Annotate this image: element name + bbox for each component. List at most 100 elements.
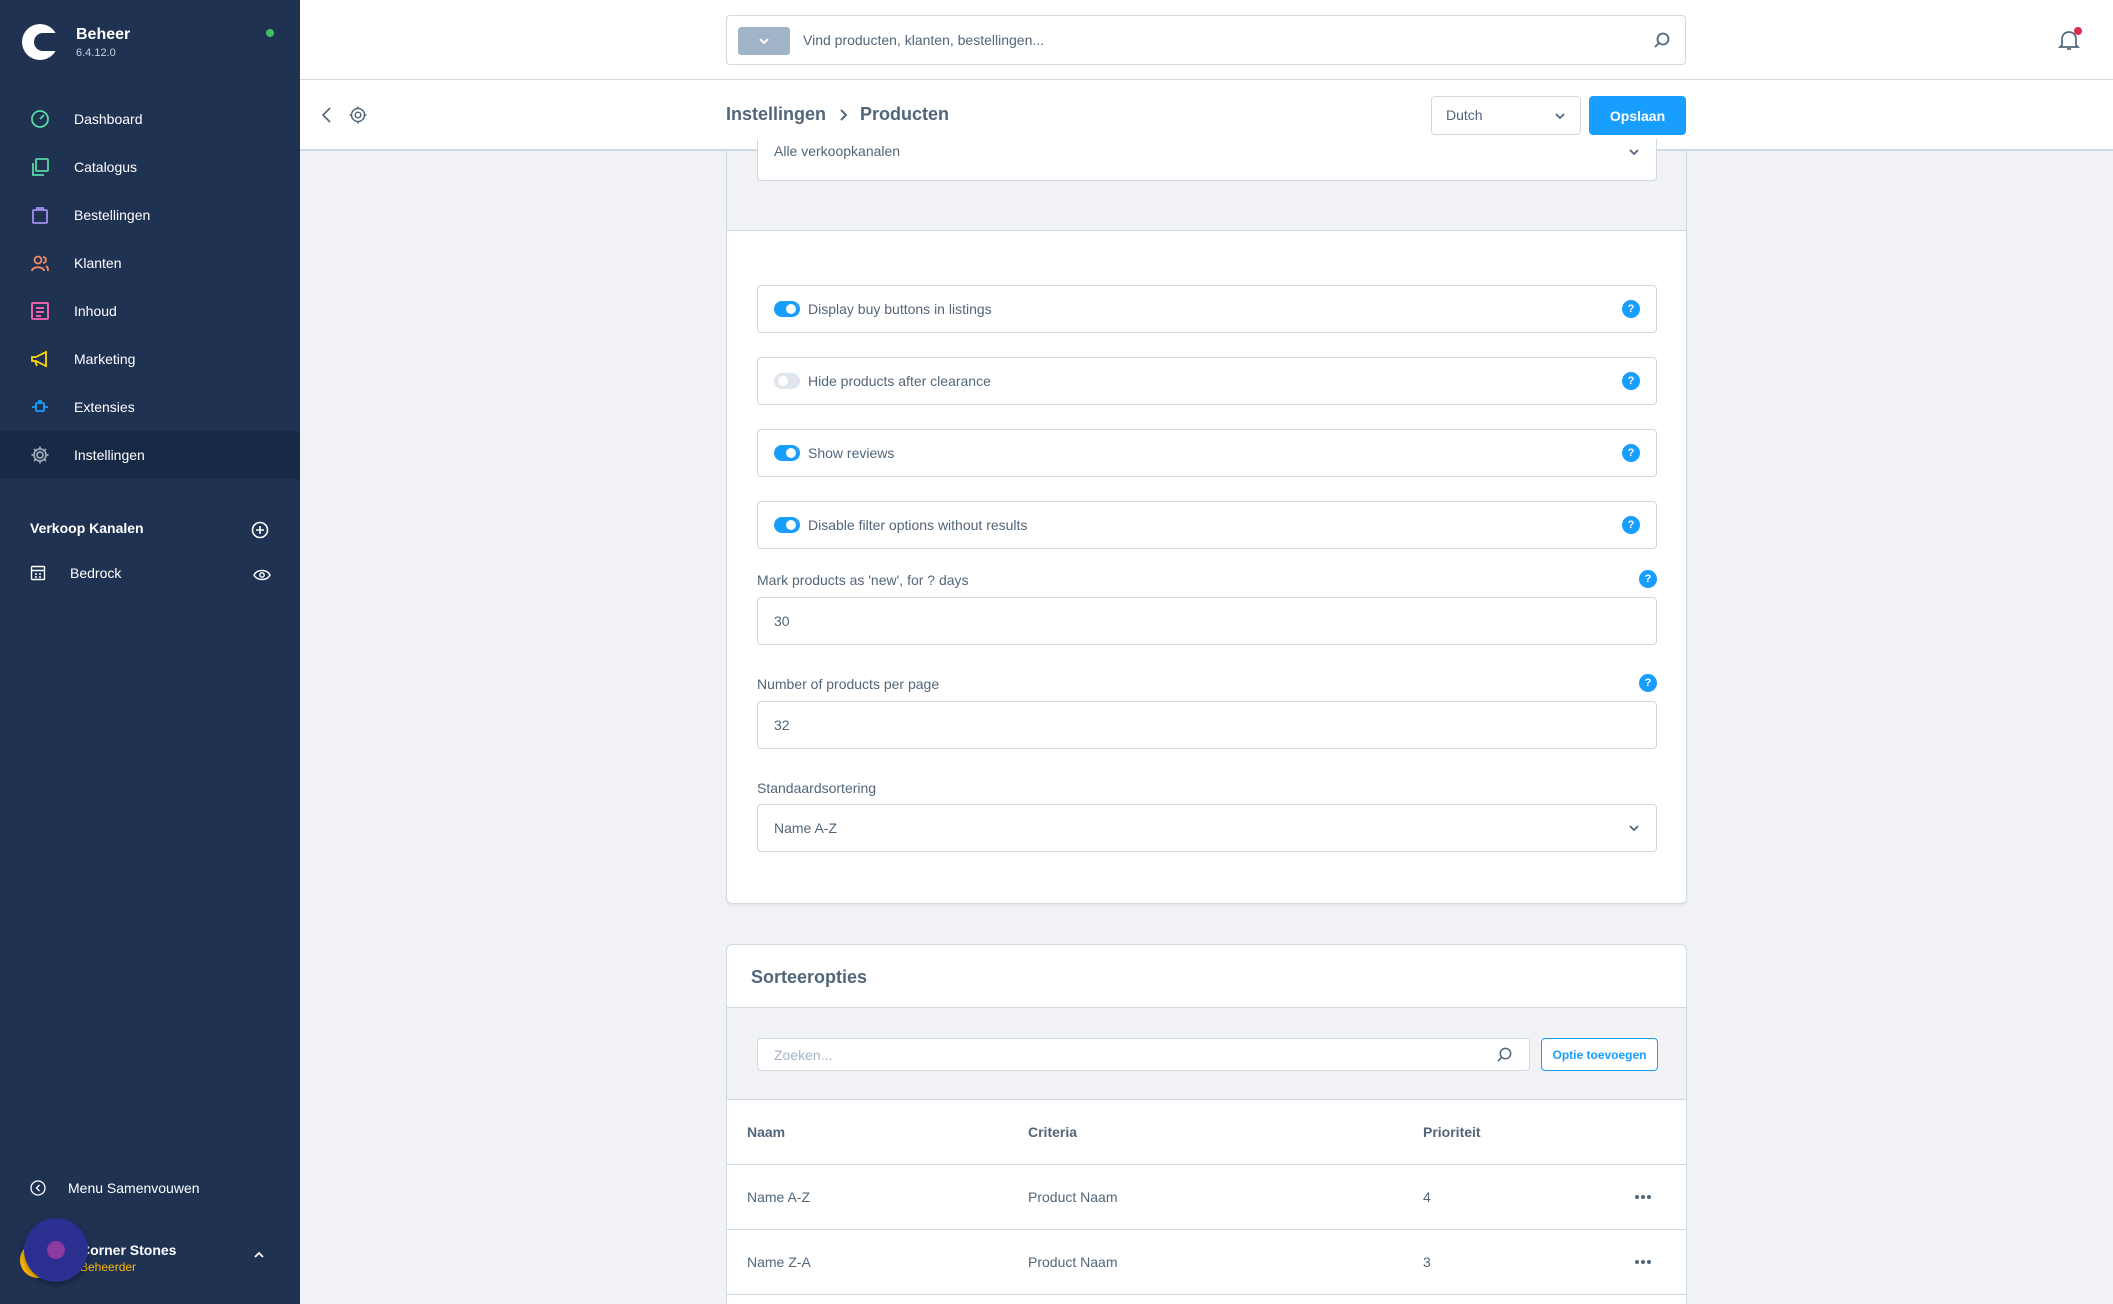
help-icon[interactable]: ? (1622, 516, 1640, 534)
nav-label-marketing: Marketing (74, 351, 136, 367)
sort-options-search-input[interactable]: Zoeken... (757, 1038, 1530, 1071)
column-header-criteria[interactable]: Criteria (1028, 1124, 1077, 1140)
nav-label-bestellingen: Bestellingen (74, 207, 151, 223)
user-role: Beheerder (80, 1260, 137, 1274)
switch-disable-filter-options[interactable]: Disable filter options without results ? (757, 501, 1657, 549)
nav-label-catalogus: Catalogus (74, 159, 138, 175)
collapse-menu-button[interactable]: Menu Samenvouwen (30, 1180, 200, 1196)
brand[interactable]: Beheer 6.4.12.0 (22, 24, 130, 60)
new-days-input[interactable]: 30 (757, 597, 1657, 645)
table-row[interactable]: Name Z-A Product Naam 3 (727, 1230, 1686, 1295)
table-row[interactable]: Name A-Z Product Naam 4 (727, 1165, 1686, 1230)
user-profile[interactable]: Corner Stones Beheerder (20, 1218, 300, 1298)
switch-label: Show reviews (808, 445, 895, 461)
column-header-priority[interactable]: Prioriteit (1423, 1124, 1481, 1140)
toggle-display-buy-buttons[interactable] (774, 301, 800, 317)
products-per-page-label: Number of products per page (757, 676, 940, 692)
breadcrumb: Instellingen Producten (726, 104, 949, 125)
switch-show-reviews[interactable]: Show reviews ? (757, 429, 1657, 477)
content-icon (28, 299, 52, 323)
breadcrumb-parent[interactable]: Instellingen (726, 104, 826, 125)
switch-hide-products-after-clearance[interactable]: Hide products after clearance ? (757, 357, 1657, 405)
help-icon[interactable]: ? (1622, 444, 1640, 462)
sales-channel-item-bedrock[interactable]: Bedrock (30, 565, 270, 581)
default-sorting-label: Standaardsortering (757, 780, 877, 796)
toggle-disable-filter-options[interactable] (774, 517, 800, 533)
switch-label: Hide products after clearance (808, 373, 991, 389)
help-icon[interactable]: ? (1639, 674, 1657, 692)
settings-gear-icon[interactable] (348, 105, 368, 125)
nav-item-klanten[interactable]: Klanten (0, 239, 300, 287)
sales-channel-select[interactable]: Alle verkoopkanalen (757, 139, 1657, 181)
save-button[interactable]: Opslaan (1589, 96, 1686, 135)
nav-item-inhoud[interactable]: Inhoud (0, 287, 300, 335)
cell-criteria: Product Naam (1028, 1254, 1118, 1270)
help-icon[interactable]: ? (1622, 300, 1640, 318)
search-icon[interactable] (1653, 31, 1671, 49)
orders-bag-icon (28, 203, 52, 227)
brand-text: Beheer 6.4.12.0 (76, 26, 130, 59)
chevron-down-icon (1555, 113, 1565, 120)
chevron-down-icon (759, 38, 769, 45)
nav-item-extensies[interactable]: Extensies (0, 383, 300, 431)
add-sales-channel-icon[interactable] (251, 521, 269, 539)
help-icon[interactable]: ? (1639, 570, 1657, 588)
search-icon (1497, 1047, 1512, 1062)
nav-item-marketing[interactable]: Marketing (0, 335, 300, 383)
sort-options-table-header: Naam Criteria Prioriteit (727, 1100, 1686, 1165)
cell-criteria: Product Naam (1028, 1189, 1118, 1205)
new-days-label: Mark products as 'new', for ? days (757, 572, 969, 588)
language-switch[interactable]: Dutch (1431, 96, 1581, 135)
language-selected: Dutch (1446, 107, 1483, 123)
default-sorting-value: Name A-Z (774, 820, 838, 836)
back-arrow-icon[interactable] (318, 106, 336, 124)
collapse-menu-label: Menu Samenvouwen (68, 1180, 200, 1196)
column-header-name[interactable]: Naam (747, 1124, 785, 1140)
user-name: Corner Stones (80, 1242, 177, 1258)
storefront-icon (30, 565, 46, 581)
sort-options-toolbar: Zoeken... Optie toevoegen (727, 1007, 1686, 1100)
nav-item-dashboard[interactable]: Dashboard (0, 95, 300, 143)
product-settings-card: Display buy buttons in listings ? Hide p… (726, 231, 1687, 904)
top-bar: Vind producten, klanten, bestellingen... (300, 0, 2113, 80)
nav-label-extensies: Extensies (74, 399, 135, 415)
nav-label-klanten: Klanten (74, 255, 122, 271)
search-type-dropdown[interactable] (738, 27, 790, 55)
sales-channel-value: Alle verkoopkanalen (774, 143, 901, 159)
products-per-page-input[interactable]: 32 (757, 701, 1657, 749)
toggle-show-reviews[interactable] (774, 445, 800, 461)
eye-icon[interactable] (253, 568, 271, 582)
help-icon[interactable]: ? (1622, 372, 1640, 390)
global-search[interactable]: Vind producten, klanten, bestellingen... (726, 15, 1686, 65)
brand-title: Beheer (76, 25, 131, 43)
row-actions-more-icon[interactable] (1635, 1191, 1651, 1203)
plug-icon (28, 395, 52, 419)
sort-options-title: Sorteeropties (751, 967, 868, 987)
row-actions-more-icon[interactable] (1635, 1256, 1651, 1268)
main-navigation: Dashboard Catalogus Bestellingen Klanten… (0, 95, 300, 479)
cell-priority: 3 (1423, 1254, 1431, 1270)
sort-search-placeholder: Zoeken... (774, 1047, 833, 1063)
nav-item-bestellingen[interactable]: Bestellingen (0, 191, 300, 239)
chevron-right-icon (840, 108, 848, 121)
nav-label-dashboard: Dashboard (74, 111, 143, 127)
switch-display-buy-buttons[interactable]: Display buy buttons in listings ? (757, 285, 1657, 333)
chevron-up-icon[interactable] (252, 1248, 266, 1262)
toggle-hide-products-after-clearance[interactable] (774, 373, 800, 389)
cell-name: Name A-Z (747, 1189, 811, 1205)
gear-icon (28, 443, 52, 467)
nav-label-instellingen: Instellingen (74, 447, 145, 463)
nav-item-instellingen[interactable]: Instellingen (0, 431, 300, 479)
add-sort-option-button[interactable]: Optie toevoegen (1541, 1038, 1658, 1071)
cell-priority: 4 (1423, 1189, 1431, 1205)
sales-channel-label: Bedrock (70, 565, 122, 581)
sort-options-card: Sorteeropties Zoeken... Optie toevoegen … (726, 944, 1687, 1304)
nav-item-catalogus[interactable]: Catalogus (0, 143, 300, 191)
switch-label: Display buy buttons in listings (808, 301, 992, 317)
nav-label-inhoud: Inhoud (74, 303, 117, 319)
switch-label: Disable filter options without results (808, 517, 1028, 533)
default-sorting-select[interactable]: Name A-Z (757, 804, 1657, 852)
avatar[interactable] (24, 1218, 88, 1282)
dashboard-icon (28, 107, 52, 131)
search-input[interactable]: Vind producten, klanten, bestellingen... (803, 32, 1044, 48)
